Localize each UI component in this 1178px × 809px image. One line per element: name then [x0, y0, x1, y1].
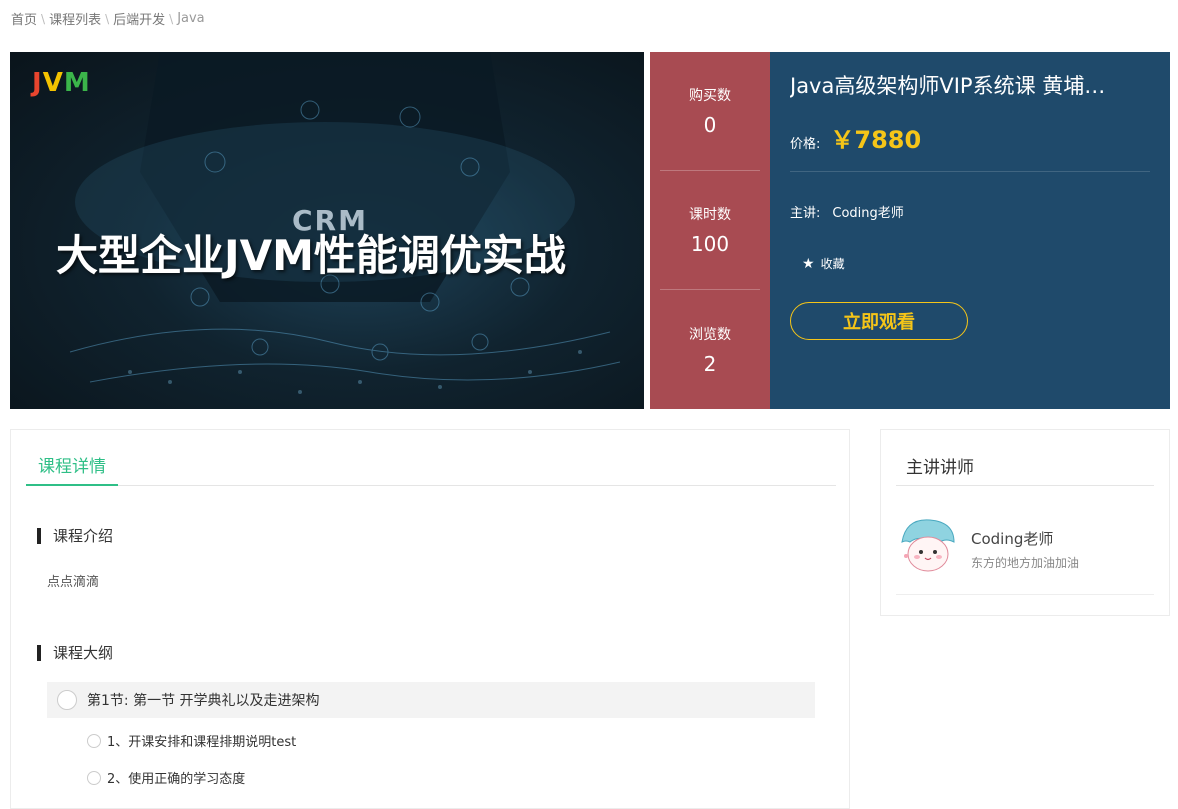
lecturer-description: 东方的地方加油加油 [971, 556, 1080, 570]
lesson-radio[interactable] [87, 770, 101, 785]
chapter-title: 第1节: 第一节 开学典礼以及走进架构 [87, 693, 320, 709]
teacher-row: 主讲: Coding老师 [790, 202, 1150, 221]
lesson-item[interactable]: 1、开课安排和课程排期说明test [87, 731, 296, 750]
stat-value: 100 [690, 232, 730, 256]
heading-bar [37, 644, 41, 661]
divider [896, 594, 1154, 595]
detail-tab-bar: 课程详情 [26, 445, 836, 486]
tab-course-detail[interactable]: 课程详情 [26, 445, 118, 486]
banner-title: 大型企业JVM性能调优实战 [56, 231, 566, 280]
lesson-title: 2、使用正确的学习态度 [107, 772, 246, 787]
teacher-name[interactable]: Coding老师 [832, 202, 903, 221]
stat-label: 浏览数 [689, 326, 731, 343]
breadcrumb-current: Java [177, 11, 205, 26]
breadcrumb: 首页 \ 课程列表 \ 后端开发 \ Java [11, 9, 205, 28]
lecturer-panel: 主讲讲师 Coding老师 东方的地方加油加油 [880, 429, 1170, 616]
course-cover-image: JVM CRM 大型企业JVM性能调优实战 [10, 52, 644, 409]
outline-heading: 课程大纲 [37, 642, 113, 663]
intro-heading: 课程介绍 [37, 525, 113, 546]
price-label: 价格: [790, 137, 821, 152]
stat-label: 购买数 [689, 88, 731, 104]
intro-heading-text: 课程介绍 [53, 527, 114, 545]
lesson-title: 1、开课安排和课程排期说明test [107, 735, 297, 750]
intro-text: 点点滴滴 [47, 575, 100, 590]
breadcrumb-separator: \ [105, 11, 110, 26]
lesson-item[interactable]: 2、使用正确的学习态度 [87, 768, 245, 787]
jvm-logo: JVM [32, 68, 91, 98]
breadcrumb-category[interactable]: 后端开发 [113, 9, 165, 28]
price-value: ￥7880 [830, 126, 922, 154]
breadcrumb-course-list[interactable]: 课程列表 [49, 9, 101, 28]
breadcrumb-home[interactable]: 首页 [11, 9, 37, 28]
favorite-label: 收藏 [820, 257, 845, 271]
course-stats: 购买数 0 课时数 100 浏览数 2 [650, 52, 770, 409]
star-icon: ★ [802, 255, 815, 272]
outline-heading-text: 课程大纲 [53, 644, 114, 662]
stat-value: 2 [703, 351, 717, 376]
stat-lessons: 课时数 100 [660, 171, 760, 290]
chapter-item[interactable]: 第1节: 第一节 开学典礼以及走进架构 [47, 682, 815, 718]
stat-label: 课时数 [689, 207, 731, 223]
lecturer-name[interactable]: Coding老师 [971, 528, 1053, 549]
chapter-radio[interactable] [57, 690, 77, 710]
course-title: Java高级架构师VIP系统课 黄埔… [790, 74, 1106, 98]
heading-bar [37, 527, 41, 544]
favorite-button[interactable]: ★ 收藏 [790, 255, 1150, 272]
stat-purchases: 购买数 0 [660, 52, 760, 171]
breadcrumb-separator: \ [41, 11, 46, 26]
price-row: 价格: ￥7880 [790, 120, 1150, 172]
lesson-radio[interactable] [87, 733, 101, 748]
watch-now-button[interactable]: 立即观看 [790, 302, 968, 340]
course-detail-panel: 课程详情 课程介绍 点点滴滴 课程大纲 第1节: 第一节 开学典礼以及走进架构 … [10, 429, 850, 809]
lecturer-avatar[interactable] [896, 512, 960, 576]
teacher-label: 主讲: [790, 206, 821, 221]
breadcrumb-separator: \ [169, 11, 174, 26]
stat-value: 0 [703, 113, 717, 137]
stat-views: 浏览数 2 [660, 290, 760, 409]
course-info-panel: Java高级架构师VIP系统课 黄埔… 价格: ￥7880 主讲: Coding… [770, 52, 1170, 409]
lecturer-heading: 主讲讲师 [896, 445, 1154, 486]
